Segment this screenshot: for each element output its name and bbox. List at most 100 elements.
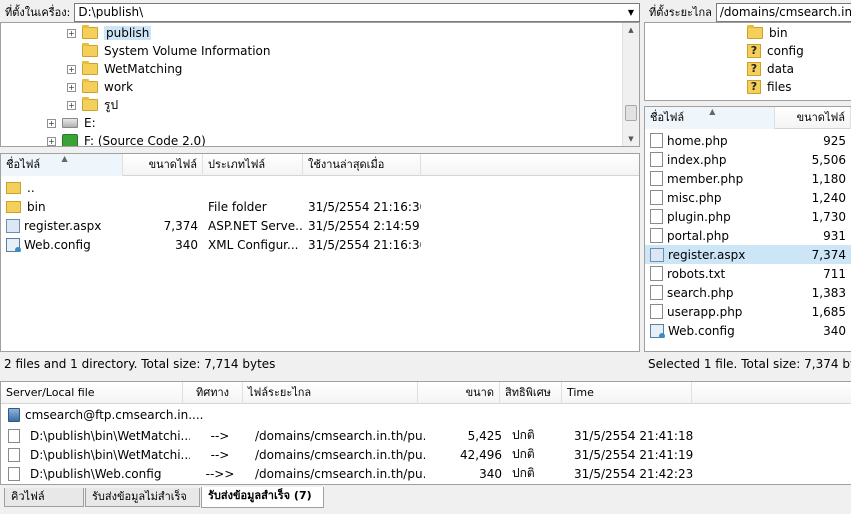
tree-item-label: config bbox=[767, 44, 804, 58]
expand-icon[interactable]: + bbox=[47, 118, 56, 128]
list-item[interactable]: portal.php 931 bbox=[645, 226, 851, 245]
tab-successful-transfers[interactable]: รับส่งข้อมูลสำเร็จ (7) bbox=[201, 487, 324, 508]
tree-item-drive-e[interactable]: + E: bbox=[47, 114, 96, 132]
aspx-file-icon bbox=[650, 247, 664, 262]
folder-icon bbox=[82, 97, 98, 111]
column-header-remote-file[interactable]: ไฟล์ระยะไกล bbox=[243, 382, 418, 404]
folder-icon bbox=[82, 43, 98, 57]
scroll-up-icon[interactable]: ▲ bbox=[623, 23, 639, 37]
list-item-selected[interactable]: register.aspx 7,374 bbox=[645, 245, 851, 264]
column-header-filename[interactable]: ▲ ชื่อไฟล์ bbox=[645, 107, 775, 129]
list-item[interactable]: Web.config 340 bbox=[645, 321, 851, 340]
queue-header: Server/Local file ทิศทาง ไฟล์ระยะไกล ขนา… bbox=[1, 382, 851, 404]
expand-icon[interactable]: + bbox=[67, 82, 76, 92]
column-header-direction[interactable]: ทิศทาง bbox=[183, 382, 243, 404]
column-header-filesize[interactable]: ขนาดไฟล์ bbox=[123, 154, 203, 176]
column-header-time[interactable]: Time bbox=[562, 382, 692, 404]
chevron-down-icon[interactable]: ▼ bbox=[623, 3, 639, 21]
queue-server-row[interactable]: cmsearch@ftp.cmsearch.in.... bbox=[1, 405, 851, 424]
tree-item-label: WetMatching bbox=[104, 62, 183, 76]
tree-item-pictures[interactable]: + รูป bbox=[67, 96, 118, 114]
tree-item-label: work bbox=[104, 80, 134, 94]
list-item[interactable]: index.php 5,506 bbox=[645, 150, 851, 169]
remote-path-combo[interactable]: /domains/cmsearch.in.th/public_html bbox=[715, 2, 851, 22]
column-header-modified[interactable]: ใช้งานล่าสุดเมื่อ bbox=[303, 154, 421, 176]
list-item[interactable]: misc.php 1,240 bbox=[645, 188, 851, 207]
tree-item-config[interactable]: ? config bbox=[747, 42, 804, 60]
folder-icon bbox=[82, 61, 98, 75]
list-item[interactable]: userapp.php 1,685 bbox=[645, 302, 851, 321]
aspx-file-icon bbox=[6, 218, 20, 233]
expand-icon[interactable]: + bbox=[67, 64, 76, 74]
scroll-thumb[interactable] bbox=[625, 105, 637, 121]
queue-row[interactable]: D:\publish\bin\WetMatchi... --> /domains… bbox=[1, 426, 851, 445]
tree-item-data[interactable]: ? data bbox=[747, 60, 794, 78]
column-header-filename[interactable]: ▲ ชื่อไฟล์ bbox=[1, 154, 123, 176]
column-header-server-local[interactable]: Server/Local file bbox=[1, 382, 183, 404]
queue-row[interactable]: D:\publish\Web.config -->> /domains/cmse… bbox=[1, 464, 851, 483]
list-item[interactable]: robots.txt 711 bbox=[645, 264, 851, 283]
tree-item-label: E: bbox=[84, 116, 96, 130]
queue-row[interactable]: D:\publish\bin\WetMatchi... --> /domains… bbox=[1, 445, 851, 464]
tree-item-files[interactable]: ? files bbox=[747, 78, 792, 96]
file-icon bbox=[650, 152, 663, 167]
sort-up-icon: ▲ bbox=[709, 107, 716, 116]
column-header-filetype[interactable]: ประเภทไฟล์ bbox=[203, 154, 303, 176]
remote-path-value: /domains/cmsearch.in.th/public_html bbox=[719, 5, 851, 19]
remote-tree-panel: bin ? config ? data ? files bbox=[644, 22, 851, 101]
file-icon bbox=[8, 466, 20, 481]
file-icon bbox=[8, 428, 20, 443]
file-icon bbox=[8, 447, 20, 462]
queue-tabs: คิวไฟล์ รับส่งข้อมูลไม่สำเร็จ รับส่งข้อม… bbox=[0, 486, 851, 514]
file-icon bbox=[650, 285, 663, 300]
tree-item-label: รูป bbox=[104, 97, 119, 112]
tree-item-work[interactable]: + work bbox=[67, 78, 133, 96]
local-file-list-header: ▲ ชื่อไฟล์ ขนาดไฟล์ ประเภทไฟล์ ใช้งานล่า… bbox=[1, 154, 639, 176]
scroll-down-icon[interactable]: ▼ bbox=[623, 132, 639, 146]
tree-item-label: System Volume Information bbox=[104, 44, 271, 58]
expand-icon[interactable]: + bbox=[47, 136, 56, 146]
list-item[interactable]: plugin.php 1,730 bbox=[645, 207, 851, 226]
local-path-label: ที่ตั้งในเครื่อง: bbox=[5, 6, 71, 19]
server-icon bbox=[8, 407, 20, 422]
column-header-size[interactable]: ขนาด bbox=[418, 382, 500, 404]
local-path-combo[interactable]: D:\publish\ ▼ bbox=[74, 2, 640, 22]
folder-icon bbox=[747, 25, 763, 39]
folder-icon bbox=[6, 181, 21, 194]
expand-icon[interactable]: + bbox=[67, 100, 76, 110]
folder-icon bbox=[82, 25, 98, 39]
tree-item-wetmatching[interactable]: + WetMatching bbox=[67, 60, 182, 78]
file-icon bbox=[650, 228, 663, 243]
remote-file-list: ▲ ชื่อไฟล์ ขนาดไฟล์ home.php 925 index.p… bbox=[644, 106, 851, 352]
tab-failed-transfers[interactable]: รับส่งข้อมูลไม่สำเร็จ bbox=[85, 488, 200, 507]
tab-queued-files[interactable]: คิวไฟล์ bbox=[4, 488, 84, 507]
list-item[interactable]: member.php 1,180 bbox=[645, 169, 851, 188]
tree-item-bin[interactable]: bin bbox=[747, 24, 788, 42]
local-tree-panel: + publish System Volume Information + We… bbox=[0, 22, 640, 147]
transfer-queue: Server/Local file ทิศทาง ไฟล์ระยะไกล ขนา… bbox=[0, 381, 851, 485]
tree-item-publish[interactable]: + publish bbox=[67, 24, 152, 42]
file-icon bbox=[650, 190, 663, 205]
expand-icon[interactable]: + bbox=[67, 28, 76, 38]
folder-icon bbox=[6, 200, 21, 213]
tree-item-system-volume-information[interactable]: System Volume Information bbox=[82, 42, 270, 60]
list-item[interactable]: bin File folder 31/5/2554 21:16:30 bbox=[1, 197, 639, 216]
local-tree-scrollbar[interactable]: ▲ ▼ bbox=[622, 23, 639, 146]
unknown-folder-icon: ? bbox=[747, 62, 761, 76]
list-item[interactable]: register.aspx 7,374 ASP.NET Serve... 31/… bbox=[1, 216, 639, 235]
local-file-list: ▲ ชื่อไฟล์ ขนาดไฟล์ ประเภทไฟล์ ใช้งานล่า… bbox=[0, 153, 640, 352]
column-header-filesize[interactable]: ขนาดไฟล์ bbox=[775, 107, 851, 129]
tree-item-label: bin bbox=[769, 26, 788, 40]
unknown-folder-icon: ? bbox=[747, 44, 761, 58]
file-icon bbox=[650, 133, 663, 148]
file-icon bbox=[650, 304, 663, 319]
remote-file-list-header: ▲ ชื่อไฟล์ ขนาดไฟล์ bbox=[645, 107, 851, 129]
tree-item-label: files bbox=[767, 80, 792, 94]
tree-item-drive-f[interactable]: + F: (Source Code 2.0) bbox=[47, 132, 206, 146]
list-item[interactable]: home.php 925 bbox=[645, 131, 851, 150]
column-header-priority[interactable]: สิทธิพิเศษ bbox=[500, 382, 562, 404]
list-item[interactable]: .. bbox=[1, 178, 639, 197]
list-item[interactable]: search.php 1,383 bbox=[645, 283, 851, 302]
list-item[interactable]: Web.config 340 XML Configur... 31/5/2554… bbox=[1, 235, 639, 254]
config-file-icon bbox=[6, 237, 21, 252]
